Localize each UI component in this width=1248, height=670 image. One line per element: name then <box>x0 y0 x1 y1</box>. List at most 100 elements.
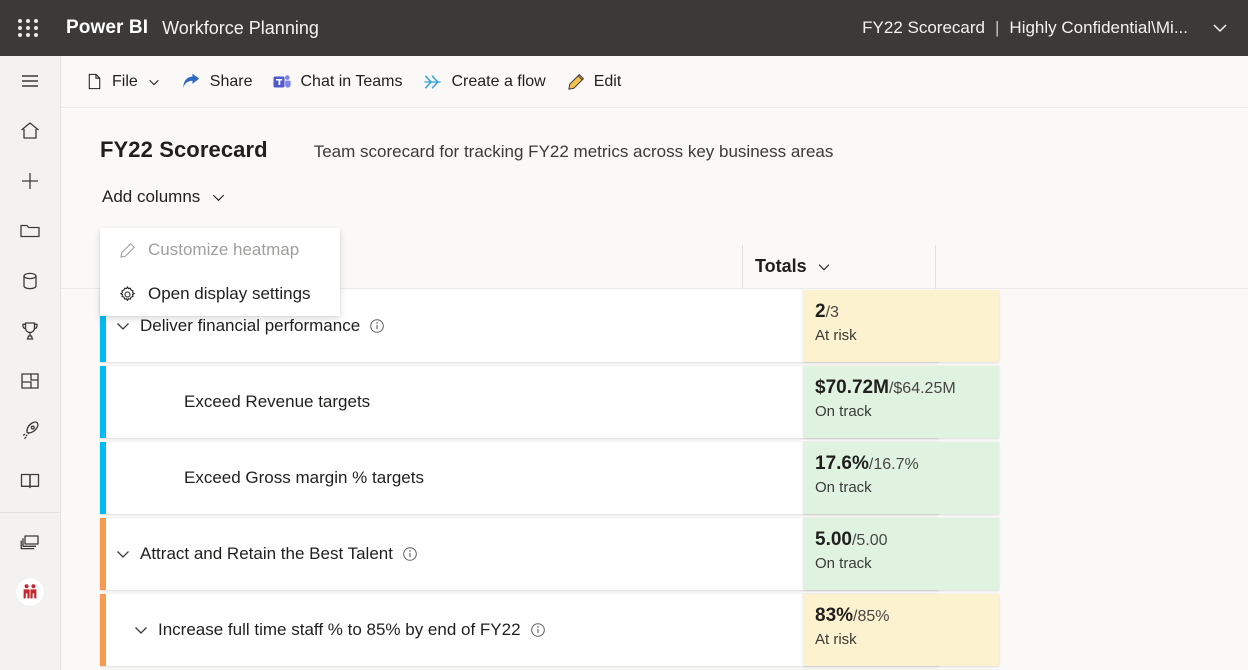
totals-value-cell[interactable]: 83%/85% At risk <box>803 594 999 666</box>
trophy-icon <box>18 319 42 343</box>
metric-name: Exceed Gross margin % targets <box>184 468 424 488</box>
metric-value: 2/3 <box>815 301 999 323</box>
table-row[interactable]: Attract and Retain the Best Talent 5.00/… <box>61 518 1248 592</box>
current-value: 2 <box>815 301 826 322</box>
scorecard-rows: Deliver financial performance 2/3 At ris… <box>61 290 1248 670</box>
row-accent-bar <box>100 594 106 666</box>
scorecard-description: Team scorecard for tracking FY22 metrics… <box>314 142 834 162</box>
file-label: File <box>112 73 138 91</box>
metric-name: Deliver financial performance <box>140 316 360 336</box>
chevron-down-icon <box>210 189 227 206</box>
chevron-down-icon[interactable] <box>816 259 832 275</box>
current-value: $70.72M <box>815 377 889 398</box>
info-icon[interactable] <box>530 622 546 638</box>
totals-value-cell[interactable]: 17.6%/16.7% On track <box>803 442 999 514</box>
metric-value: 17.6%/16.7% <box>815 453 999 475</box>
info-icon[interactable] <box>402 546 418 562</box>
power-automate-icon <box>422 72 443 92</box>
current-value: 17.6% <box>815 453 869 474</box>
row-accent-bar <box>100 518 106 590</box>
add-columns-button[interactable]: Add columns <box>100 183 233 211</box>
sensitivity-label[interactable]: Highly Confidential\Mi... <box>1009 18 1188 38</box>
row-expand-chevron-icon[interactable] <box>106 545 140 563</box>
apps-grid-icon <box>18 369 42 393</box>
totals-column-header[interactable]: Totals <box>742 245 936 289</box>
menu-item-customize-heatmap: Customize heatmap <box>100 228 340 272</box>
totals-value-cell[interactable]: 5.00/5.00 On track <box>803 518 999 590</box>
home-icon <box>18 119 42 143</box>
sidebar-item-metrics[interactable] <box>0 306 61 356</box>
target-value: /$64.25M <box>889 380 956 397</box>
row-label-group: Increase full time staff % to 85% by end… <box>100 594 546 666</box>
row-expand-chevron-icon[interactable] <box>124 621 158 639</box>
sidebar-item-apps[interactable] <box>0 356 61 406</box>
layers-icon <box>18 530 42 554</box>
sidebar-item-data-hub[interactable] <box>0 256 61 306</box>
workspace-name-label[interactable]: Workforce Planning <box>162 18 319 39</box>
sidebar-item-current-workspace[interactable] <box>0 567 61 617</box>
sidebar-item-workspaces[interactable] <box>0 517 61 567</box>
title-separator: | <box>995 18 999 38</box>
sidebar-item-browse[interactable] <box>0 206 61 256</box>
totals-value-cell[interactable]: 2/3 At risk <box>803 290 999 362</box>
menu-item-label: Customize heatmap <box>148 240 299 260</box>
row-accent-bar <box>100 442 106 514</box>
target-value: /85% <box>853 608 889 625</box>
command-bar: File Share Chat in Teams <box>61 56 1248 108</box>
row-label-group: Exceed Gross margin % targets <box>100 442 424 514</box>
table-row[interactable]: Increase full time staff % to 85% by end… <box>61 594 1248 668</box>
waffle-icon[interactable] <box>0 0 56 56</box>
totals-value-cell[interactable]: $70.72M/$64.25M On track <box>803 366 999 438</box>
top-bar-right-group: FY22 Scorecard | Highly Confidential\Mi.… <box>862 18 1248 38</box>
target-value: /16.7% <box>869 456 919 473</box>
create-a-flow-label: Create a flow <box>451 73 545 91</box>
hamburger-menu-icon <box>19 70 41 92</box>
file-icon <box>85 72 104 91</box>
table-row[interactable]: Exceed Gross margin % targets 17.6%/16.7… <box>61 442 1248 516</box>
add-columns-label: Add columns <box>102 187 200 207</box>
edit-label: Edit <box>594 73 622 91</box>
rocket-icon <box>18 419 42 443</box>
info-icon[interactable] <box>369 318 385 334</box>
row-expand-chevron-icon[interactable] <box>106 317 140 335</box>
current-value: 83% <box>815 605 853 626</box>
create-a-flow-button[interactable]: Create a flow <box>412 62 555 102</box>
pencil-icon <box>118 241 148 260</box>
chevron-down-icon <box>147 75 161 89</box>
metric-value: 5.00/5.00 <box>815 529 999 551</box>
artifact-title-label: FY22 Scorecard <box>862 18 985 38</box>
menu-item-label: Open display settings <box>148 284 311 304</box>
menu-item-open-display-settings[interactable]: Open display settings <box>100 272 340 316</box>
status-badge: On track <box>815 555 999 572</box>
power-bi-brand-label[interactable]: Power BI <box>66 17 148 39</box>
edit-button[interactable]: Edit <box>556 62 632 102</box>
power-bi-scorecard-page: Power BI Workforce Planning FY22 Scoreca… <box>0 0 1248 670</box>
rail-divider <box>0 512 61 513</box>
share-label: Share <box>210 73 253 91</box>
current-value: 5.00 <box>815 529 852 550</box>
book-icon <box>18 469 42 493</box>
sidebar-item-learn[interactable] <box>0 456 61 506</box>
scorecard-content-area: FY22 Scorecard Team scorecard for tracki… <box>61 109 1248 670</box>
status-badge: On track <box>815 403 999 420</box>
sidebar-item-home[interactable] <box>0 106 61 156</box>
top-navigation-bar: Power BI Workforce Planning FY22 Scoreca… <box>0 0 1248 56</box>
metric-name: Attract and Retain the Best Talent <box>140 544 393 564</box>
page-title: FY22 Scorecard <box>100 137 268 163</box>
folder-icon <box>18 219 42 243</box>
gear-icon <box>118 285 148 304</box>
chevron-down-icon[interactable] <box>1210 18 1230 38</box>
share-button[interactable]: Share <box>171 62 263 102</box>
scorecard-options-menu: Customize heatmap Open display settings <box>100 228 340 316</box>
row-label-group: Attract and Retain the Best Talent <box>100 518 418 590</box>
people-avatar-icon <box>16 578 44 606</box>
pencil-icon <box>566 72 586 92</box>
file-menu-button[interactable]: File <box>75 62 171 102</box>
chat-in-teams-button[interactable]: Chat in Teams <box>262 62 412 102</box>
sidebar-item-nav-toggle[interactable] <box>0 56 61 106</box>
table-row[interactable]: Exceed Revenue targets $70.72M/$64.25M O… <box>61 366 1248 440</box>
sidebar-item-create[interactable] <box>0 156 61 206</box>
metric-value: $70.72M/$64.25M <box>815 377 999 399</box>
status-badge: At risk <box>815 327 999 344</box>
sidebar-item-deployment-pipelines[interactable] <box>0 406 61 456</box>
